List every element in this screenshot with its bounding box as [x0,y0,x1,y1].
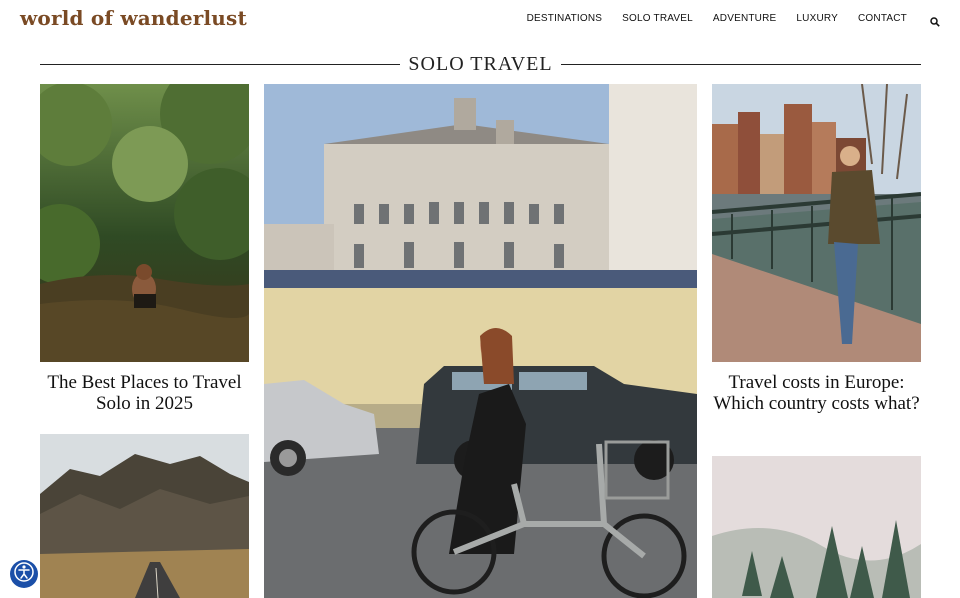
article-image-amsterdam[interactable] [712,84,921,362]
section-heading: SOLO TRAVEL [40,52,922,76]
nav-luxury[interactable]: LUXURY [796,13,838,24]
main-nav: DESTINATIONS SOLO TRAVEL ADVENTURE LUXUR… [527,13,940,27]
site-logo[interactable]: world of wanderlust [20,6,247,30]
accessibility-icon [14,561,34,587]
article-image-forest[interactable] [712,456,921,598]
heading-rule-right [560,63,922,65]
article-image-cyclist[interactable] [264,84,697,598]
accessibility-button[interactable] [10,560,38,588]
nav-destinations[interactable]: DESTINATIONS [527,13,603,24]
heading-rule-left [40,63,401,65]
section-title: SOLO TRAVEL [408,52,553,75]
article-title[interactable]: The Best Places to Travel Solo in 2025 [40,372,249,414]
nav-solo-travel[interactable]: SOLO TRAVEL [622,13,693,24]
search-icon[interactable] [930,14,940,27]
article-title[interactable]: Travel costs in Europe: Which country co… [712,372,921,414]
article-image-jungle[interactable] [40,84,249,362]
nav-adventure[interactable]: ADVENTURE [713,13,776,24]
nav-contact[interactable]: CONTACT [858,13,907,24]
article-image-mountain[interactable] [40,434,249,598]
